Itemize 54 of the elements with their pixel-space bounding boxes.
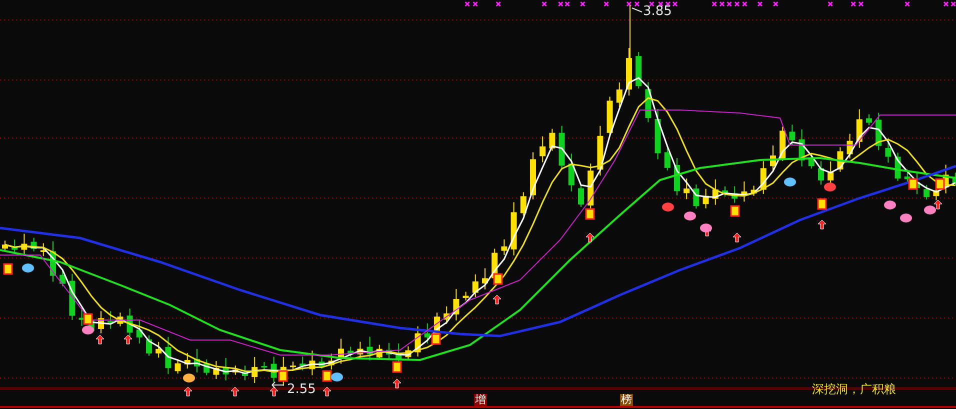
signal-icon [730, 205, 740, 217]
pointer-arrow [272, 382, 284, 388]
signal-icon [3, 263, 13, 275]
up-arrow-icon [230, 386, 240, 396]
signal-icon [935, 178, 945, 190]
cross-marker-icon [950, 1, 956, 7]
cross-marker-icon [712, 1, 718, 7]
up-arrow-icon [184, 386, 192, 396]
tag-label: 增 [474, 394, 487, 406]
signal-icon [392, 361, 402, 373]
cross-marker-icon [858, 1, 864, 7]
price-label: 2.55 [287, 383, 316, 396]
slogan-text: 深挖洞，广积粮 [812, 382, 896, 396]
cross-marker-icon [772, 1, 778, 7]
cross-marker-icon [742, 1, 748, 7]
cross-marker-icon [464, 1, 470, 7]
up-arrow-icon [934, 200, 942, 210]
price-label: 3.85 [643, 5, 672, 18]
tag-label: 榜 [620, 394, 633, 406]
signal-icon [83, 313, 93, 325]
signal-icon [431, 333, 441, 345]
up-arrow-icon [322, 386, 332, 396]
cross-marker-icon [580, 1, 586, 7]
signal-icon [493, 273, 503, 285]
up-arrow-icon [732, 232, 742, 242]
signal-icon [817, 198, 827, 210]
up-arrow-icon [96, 334, 104, 344]
up-arrow-icon [124, 334, 132, 344]
cross-marker-icon [658, 1, 664, 7]
cross-marker-icon [719, 1, 725, 7]
cross-marker-icon [904, 1, 910, 7]
signal-icon [908, 178, 918, 190]
cross-marker-icon [604, 1, 610, 7]
cross-marker-icon [726, 1, 732, 7]
cross-marker-icon [626, 1, 632, 7]
cross-marker-icon [757, 1, 763, 7]
signal-icon [585, 208, 595, 220]
cross-marker-icon [828, 1, 834, 7]
up-arrow-icon [492, 294, 502, 304]
cross-marker-icon [496, 1, 502, 7]
cross-marker-icon [648, 1, 654, 7]
cross-marker-icon [472, 1, 478, 7]
leader-line [632, 8, 642, 12]
cross-marker-icon [850, 1, 856, 7]
cross-marker-icon [542, 1, 548, 7]
up-arrow-icon [818, 220, 826, 230]
up-arrow-icon [270, 386, 278, 396]
up-arrow-icon [586, 232, 594, 242]
up-arrow-icon [392, 378, 402, 388]
cross-marker-icon [734, 1, 740, 7]
signal-icon [322, 370, 332, 382]
signal-icon [278, 370, 288, 382]
cross-marker-icon [943, 1, 949, 7]
cross-marker-icon [634, 1, 640, 7]
